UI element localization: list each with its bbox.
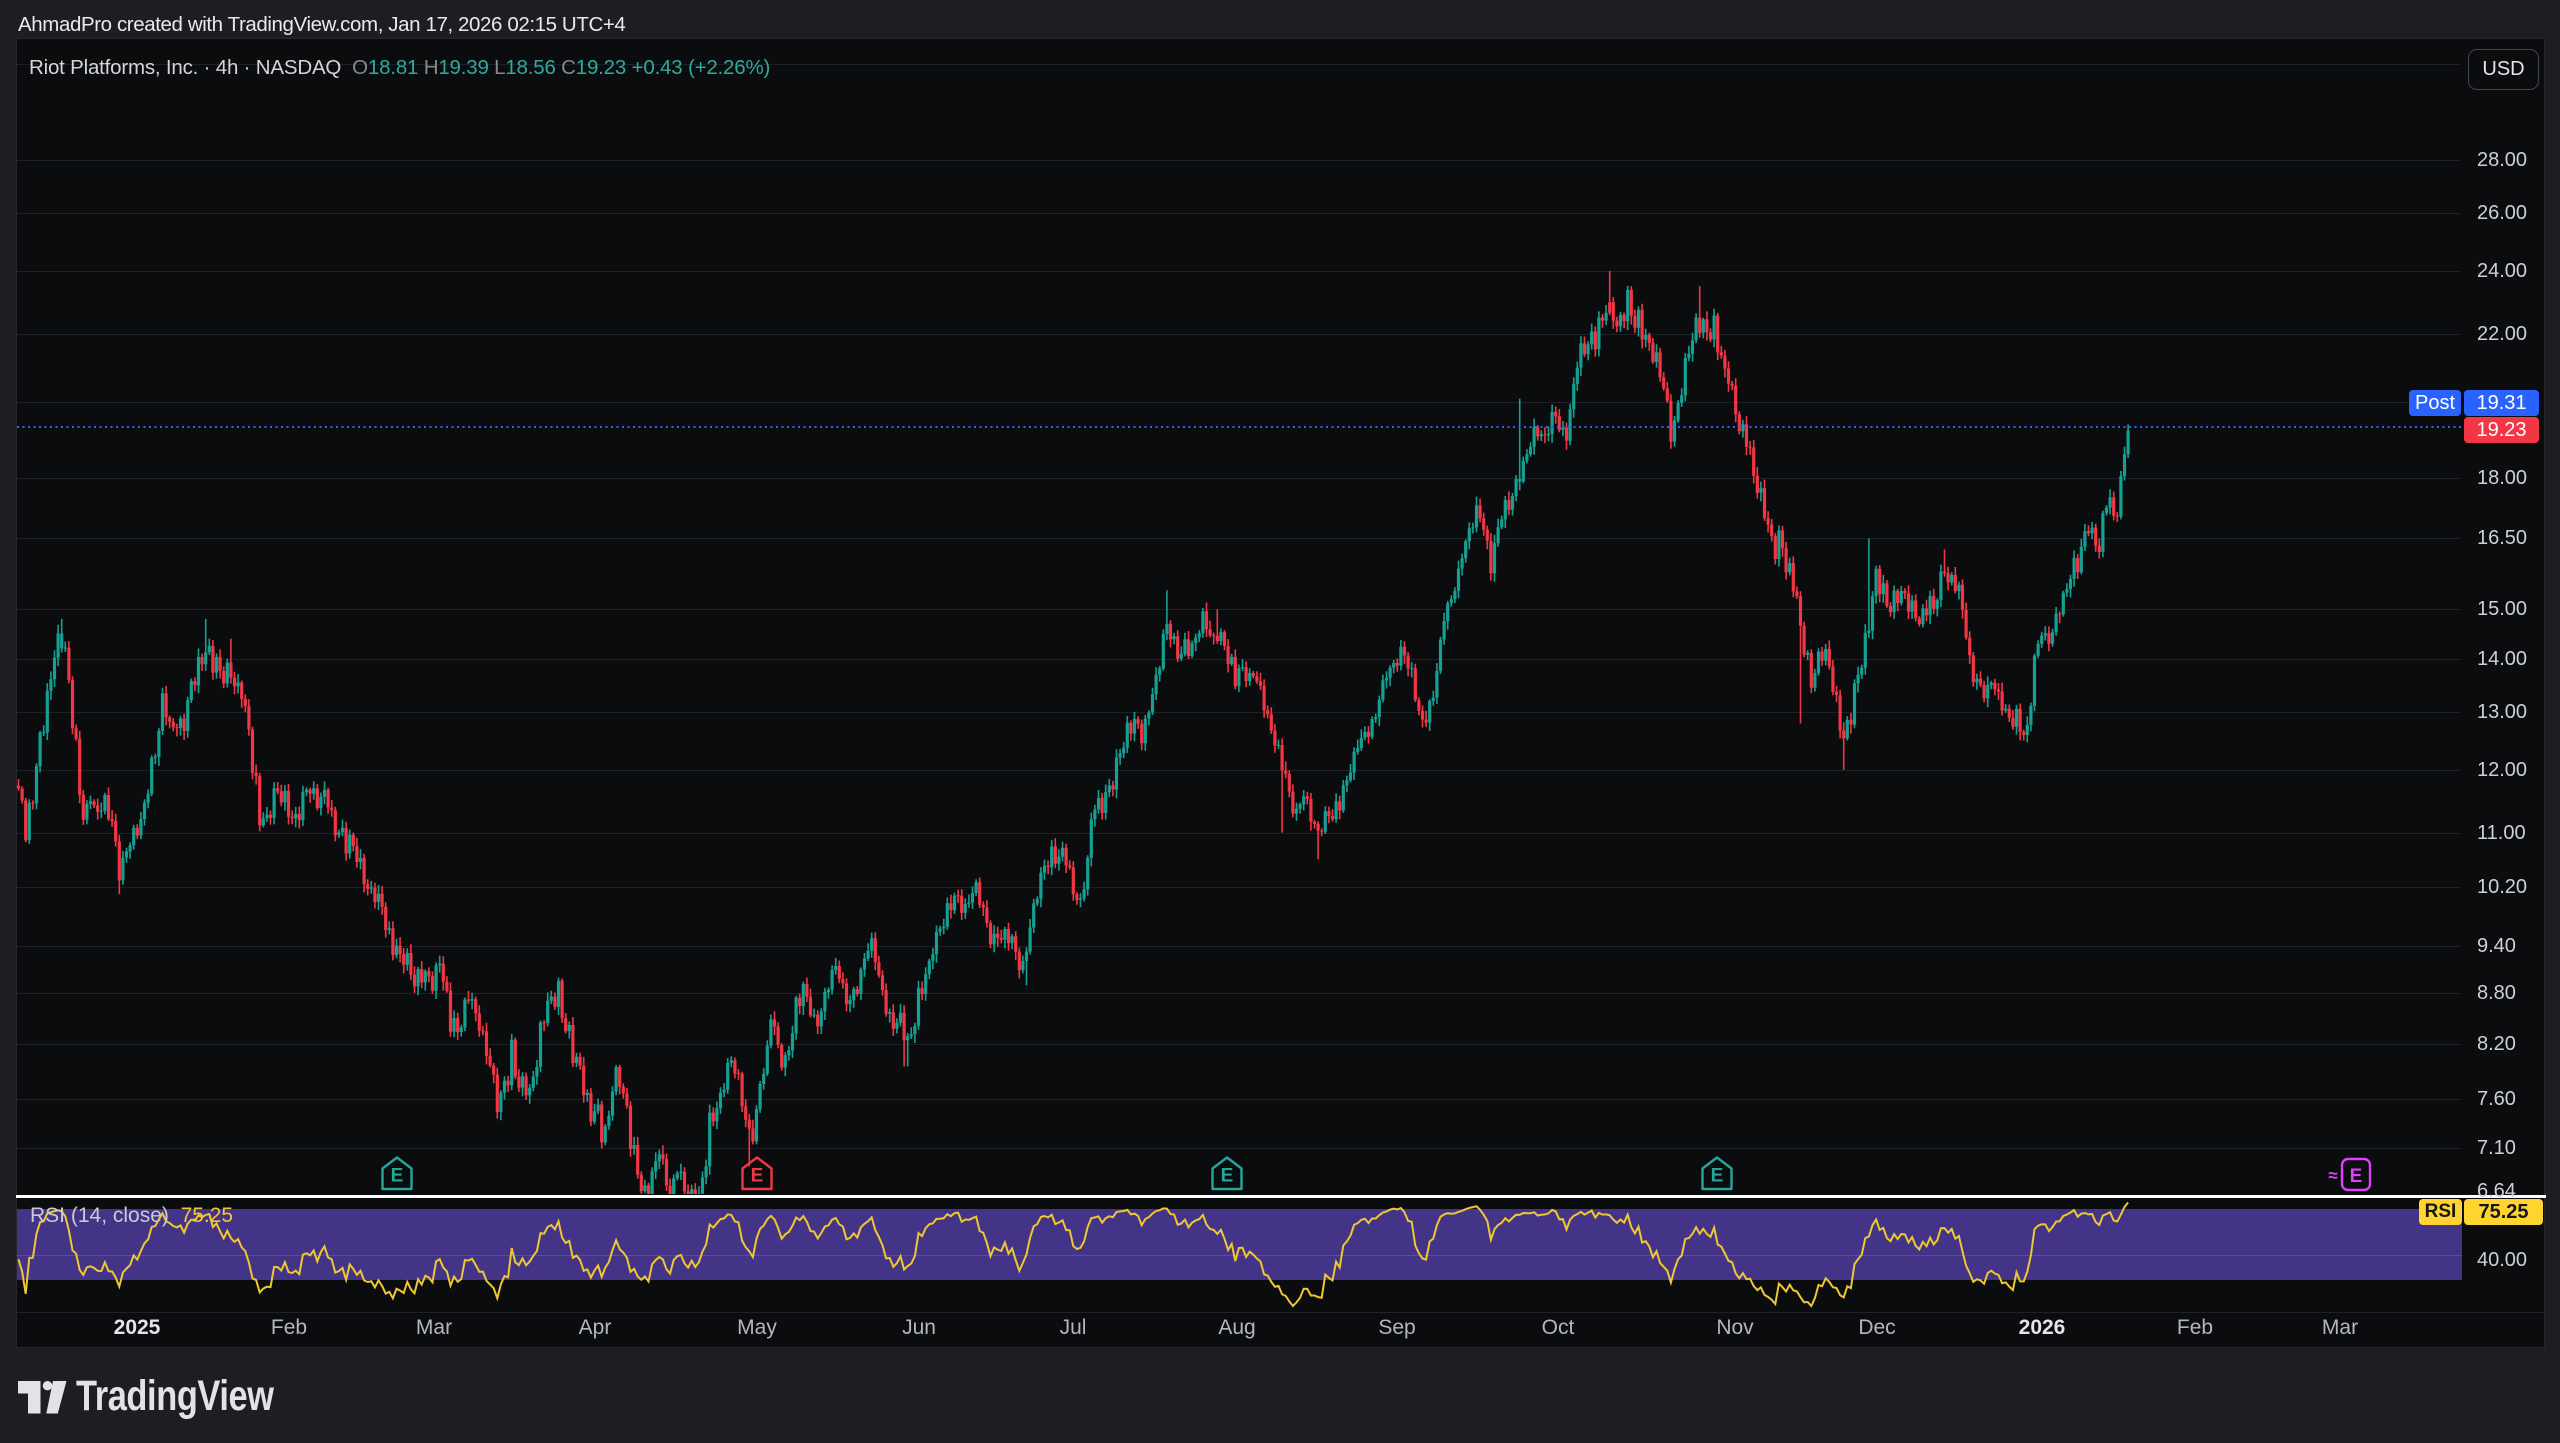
svg-text:≈: ≈ (2328, 1166, 2337, 1185)
svg-text:E: E (391, 1166, 404, 1187)
svg-text:E: E (2350, 1166, 2363, 1187)
svg-text:E: E (751, 1166, 764, 1187)
svg-text:E: E (1711, 1166, 1724, 1187)
svg-text:E: E (1221, 1166, 1234, 1187)
